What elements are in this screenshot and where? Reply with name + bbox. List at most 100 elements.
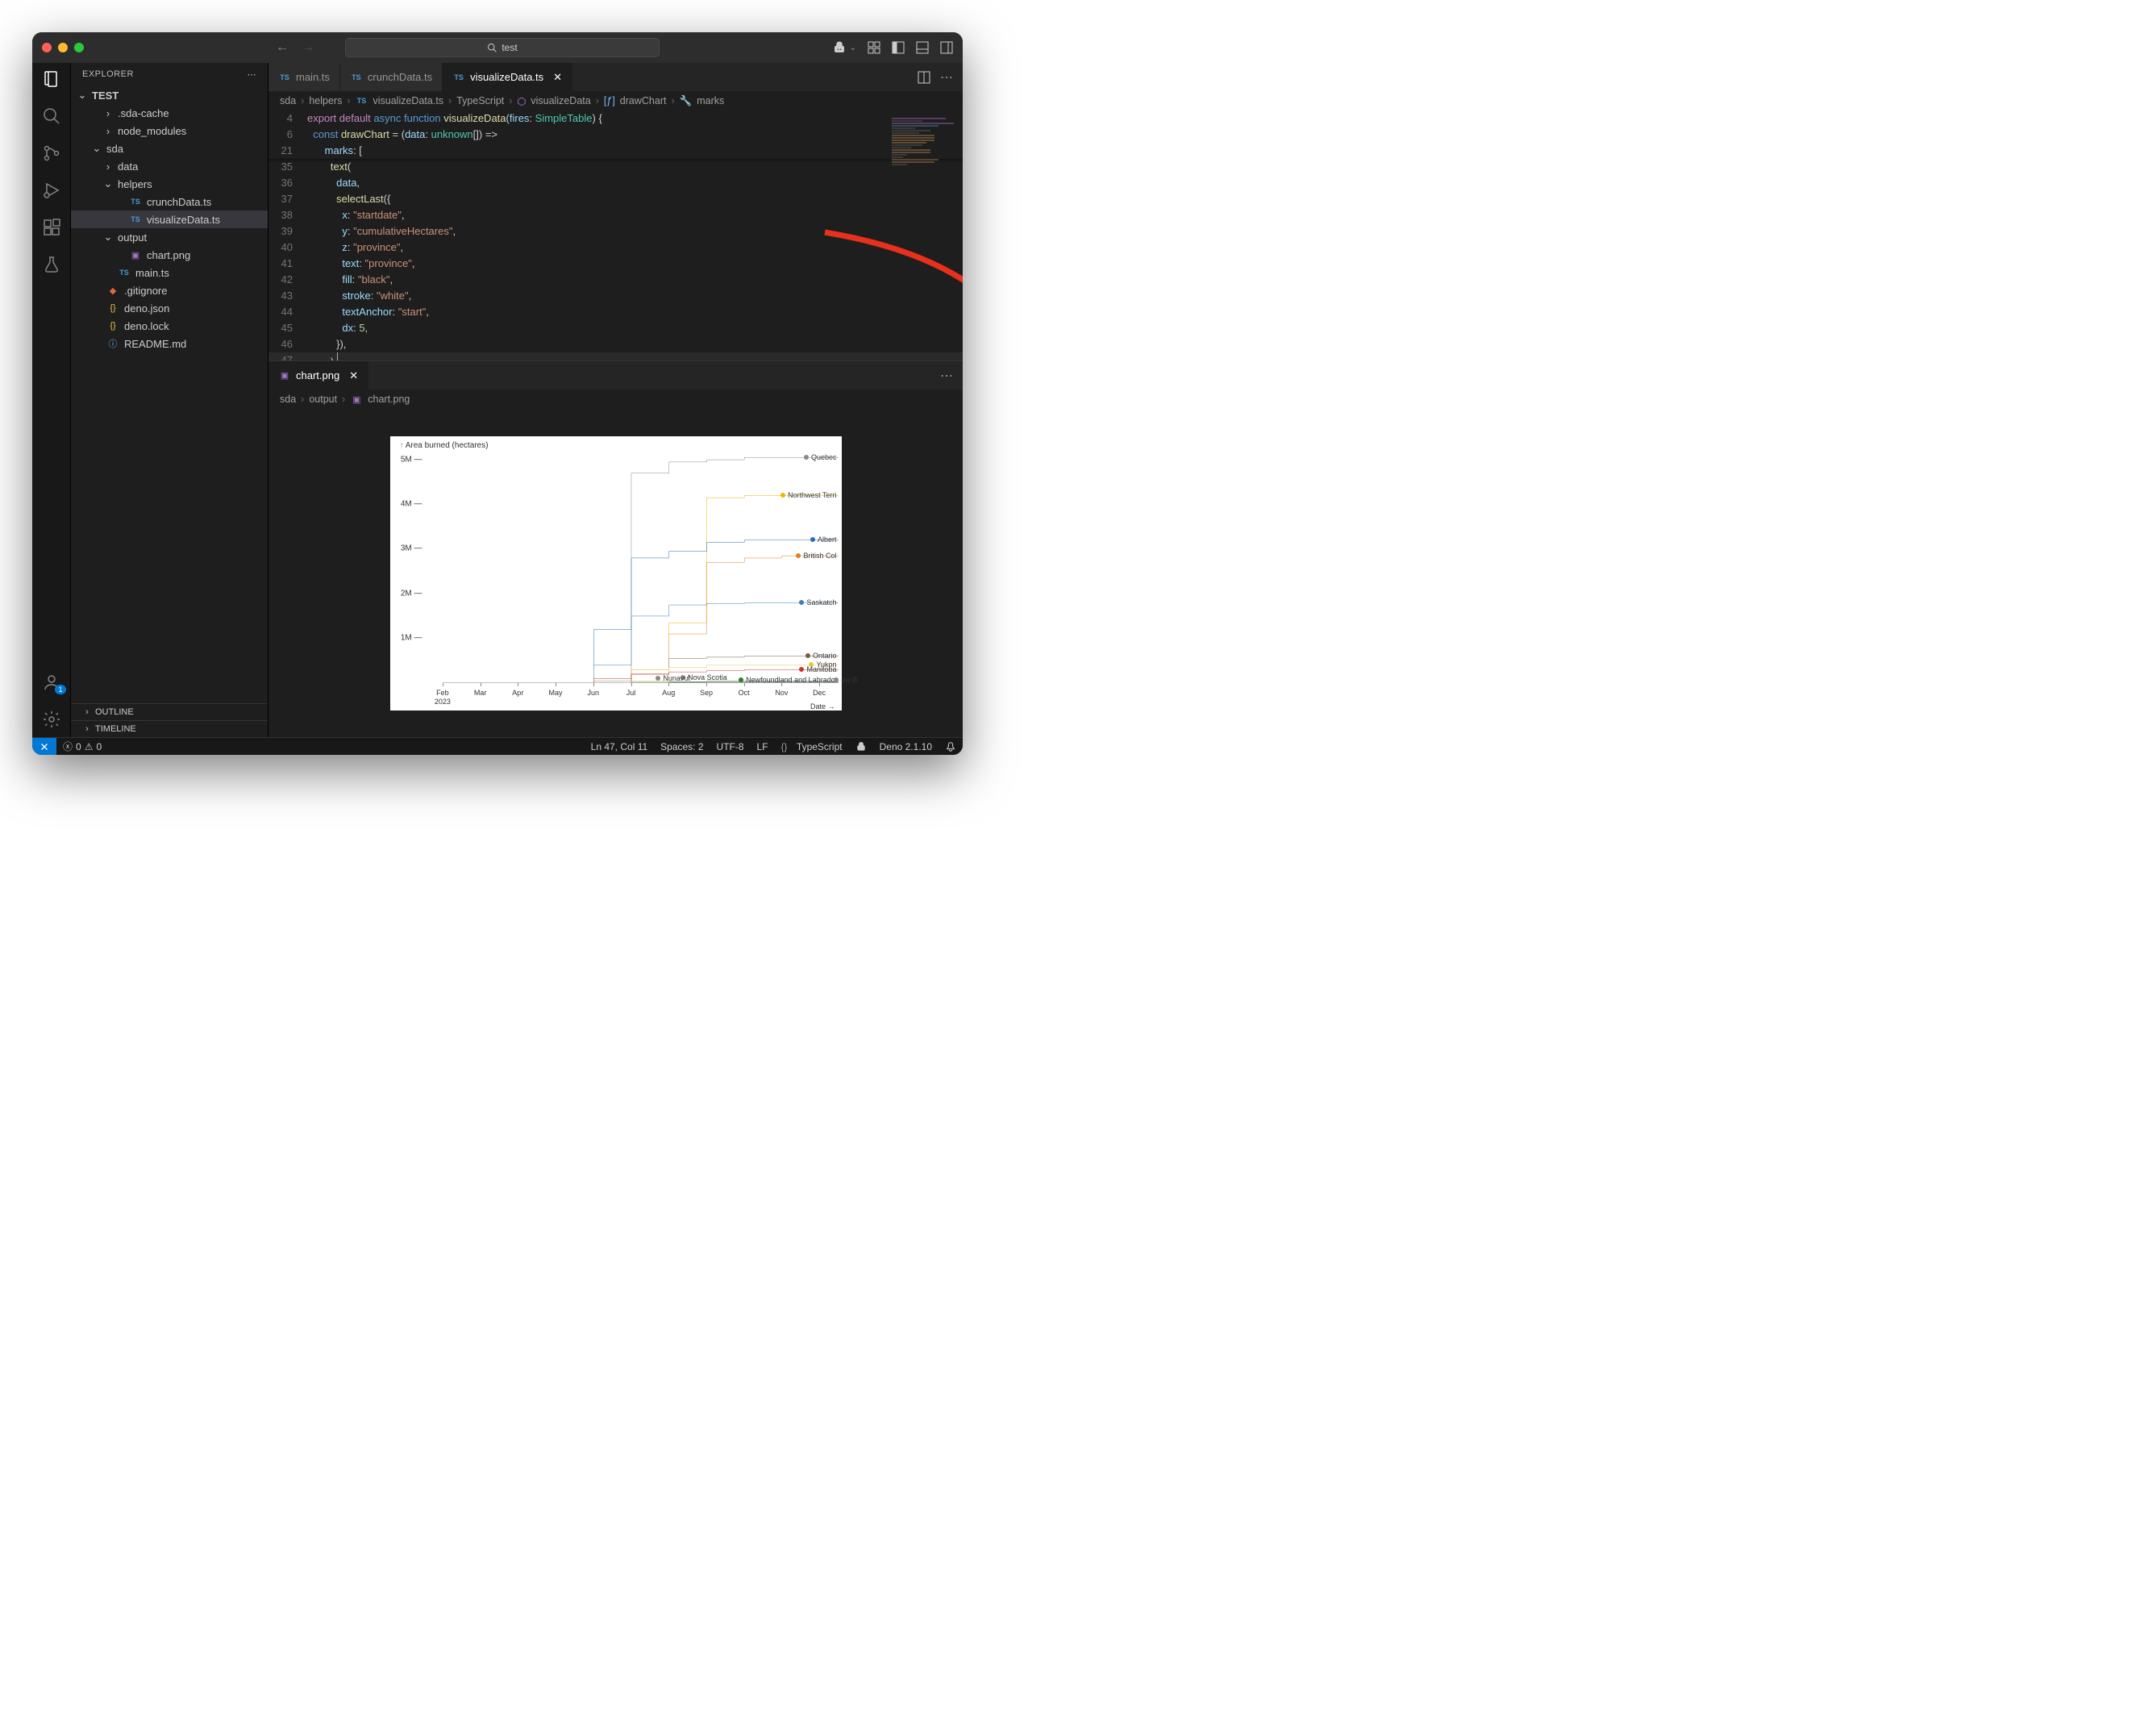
series-label: Quebec	[804, 453, 837, 461]
indentation-status[interactable]: Spaces: 2	[654, 741, 710, 752]
cursor-position[interactable]: Ln 47, Col 11	[585, 741, 655, 752]
minimize-window[interactable]	[58, 43, 68, 52]
accounts-badge: 1	[55, 685, 65, 694]
search-icon	[487, 43, 497, 52]
secondary-tabs: ▣chart.png✕ ⋯	[268, 361, 963, 390]
close-tab-icon[interactable]: ✕	[553, 71, 562, 84]
series-label: ew B	[834, 676, 857, 684]
editor-actions: ⋯	[908, 63, 963, 91]
series-label: British Col	[796, 552, 836, 560]
nav-arrows: ← →	[276, 40, 314, 55]
debug-icon	[42, 181, 61, 200]
tree-item[interactable]: ⌄sda	[71, 140, 268, 157]
file-tree: ⌄TEST ›.sda-cache›node_modules⌄sda›data⌄…	[71, 86, 268, 703]
timeline-section[interactable]: ›TIMELINE	[71, 720, 268, 737]
problems-status[interactable]: ⓧ0 ⚠0	[56, 740, 108, 753]
editor-more-icon[interactable]: ⋯	[940, 69, 953, 85]
activity-bar: 1	[32, 63, 71, 737]
tree-item[interactable]: TSvisualizeData.ts	[71, 210, 268, 228]
editor-more-icon[interactable]: ⋯	[940, 368, 953, 384]
eol-status[interactable]: LF	[751, 741, 775, 752]
editor-group: TSmain.ts TScrunchData.ts TSvisualizeDat…	[268, 63, 963, 737]
encoding-status[interactable]: UTF-8	[710, 741, 751, 752]
scm-activity[interactable]	[42, 144, 61, 163]
series-label: Nunavut	[656, 674, 690, 682]
tree-root[interactable]: ⌄TEST	[71, 86, 268, 104]
breadcrumbs[interactable]: sda› helpers› TSvisualizeData.ts› TypeSc…	[268, 91, 963, 110]
accounts-activity[interactable]: 1	[42, 673, 61, 692]
explorer-activity[interactable]	[42, 69, 61, 89]
tree-item[interactable]: ›data	[71, 157, 268, 175]
tree-item[interactable]: TSmain.ts	[71, 264, 268, 281]
chart-plot-area: Quebec Northwest Terri Albert British Col Sa…	[424, 451, 839, 683]
outline-section[interactable]: ›OUTLINE	[71, 703, 268, 720]
gear-icon	[42, 710, 61, 729]
tree-item[interactable]: TScrunchData.ts	[71, 193, 268, 210]
layout-grid-icon[interactable]	[868, 41, 880, 54]
tree-item[interactable]: ⌄output	[71, 228, 268, 246]
maximize-window[interactable]	[74, 43, 84, 52]
tree-item[interactable]: {}deno.lock	[71, 317, 268, 335]
extensions-icon	[42, 218, 61, 237]
root-label: TEST	[92, 90, 119, 102]
search-activity[interactable]	[42, 106, 61, 126]
split-editor-icon[interactable]	[918, 71, 930, 84]
search-icon	[42, 106, 61, 126]
close-tab-icon[interactable]: ✕	[349, 369, 358, 382]
titlebar: ← → test ⌄	[32, 32, 963, 63]
explorer-title: EXPLORER	[82, 69, 134, 80]
status-bar: ⓧ0 ⚠0 Ln 47, Col 11 Spaces: 2 UTF-8 LF {…	[32, 737, 963, 755]
runtime-status[interactable]: Deno 2.1.10	[873, 741, 939, 752]
tree-item[interactable]: ›node_modules	[71, 122, 268, 140]
tab-chart-png[interactable]: ▣chart.png✕	[268, 361, 368, 390]
explorer-more-icon[interactable]: ⋯	[248, 69, 257, 80]
testing-activity[interactable]	[42, 255, 61, 274]
tab-visualizedata-ts[interactable]: TSvisualizeData.ts✕	[443, 63, 572, 91]
editor-tabs: TSmain.ts TScrunchData.ts TSvisualizeDat…	[268, 63, 963, 91]
source-control-icon	[42, 144, 61, 163]
panel-bottom-icon[interactable]	[916, 41, 929, 54]
command-center-search[interactable]: test	[345, 38, 660, 57]
tree-item[interactable]: ›.sda-cache	[71, 104, 268, 122]
traffic-lights	[42, 43, 84, 52]
panel-left-icon[interactable]	[892, 41, 905, 54]
panel-right-icon[interactable]	[940, 41, 953, 54]
minimap[interactable]	[885, 110, 963, 360]
copilot-icon	[855, 741, 867, 752]
series-label: Ontario	[805, 652, 837, 660]
extensions-activity[interactable]	[42, 218, 61, 237]
nav-back-icon[interactable]: ←	[276, 40, 289, 55]
explorer-sidebar: EXPLORER ⋯ ⌄TEST ›.sda-cache›node_module…	[71, 63, 268, 737]
tab-crunchdata-ts[interactable]: TScrunchData.ts	[340, 63, 443, 91]
chart-y-axis: 1M —2M —3M —4M —5M —	[397, 451, 422, 683]
tree-item[interactable]: ◆.gitignore	[71, 281, 268, 299]
beaker-icon	[42, 255, 61, 274]
remote-indicator[interactable]	[32, 738, 56, 755]
tab-main-ts[interactable]: TSmain.ts	[268, 63, 340, 91]
vscode-window: ← → test ⌄ 1	[32, 32, 963, 755]
series-label: Newfoundland and Labrador	[739, 676, 838, 684]
tree-item[interactable]: ⓘREADME.md	[71, 335, 268, 352]
remote-icon	[39, 741, 50, 752]
series-label: Saskatch	[799, 598, 836, 606]
language-mode[interactable]: {} TypeScript	[775, 741, 849, 752]
nav-forward-icon[interactable]: →	[302, 40, 314, 55]
tree-item[interactable]: ▣chart.png	[71, 246, 268, 264]
secondary-editor-group: ▣chart.png✕ ⋯ sda› output› ▣chart.png Ar…	[268, 360, 963, 737]
close-window[interactable]	[42, 43, 52, 52]
copilot-menu[interactable]: ⌄	[832, 40, 856, 55]
series-label: Manitoba	[799, 665, 836, 673]
series-label: Northwest Terri	[780, 491, 836, 499]
settings-activity[interactable]	[42, 710, 61, 729]
debug-activity[interactable]	[42, 181, 61, 200]
tree-item[interactable]: {}deno.json	[71, 299, 268, 317]
notifications-icon[interactable]	[939, 741, 963, 752]
code-editor[interactable]: 4export default async function visualize…	[268, 110, 963, 360]
titlebar-actions: ⌄	[832, 40, 953, 55]
secondary-breadcrumbs[interactable]: sda› output› ▣chart.png	[268, 390, 963, 409]
copilot-status[interactable]	[849, 741, 873, 752]
copilot-icon	[832, 40, 847, 55]
window-body: 1 EXPLORER ⋯ ⌄TEST ›.sda-cache›node_modu…	[32, 63, 963, 737]
tree-item[interactable]: ⌄helpers	[71, 175, 268, 193]
series-label: Albert	[810, 535, 837, 544]
